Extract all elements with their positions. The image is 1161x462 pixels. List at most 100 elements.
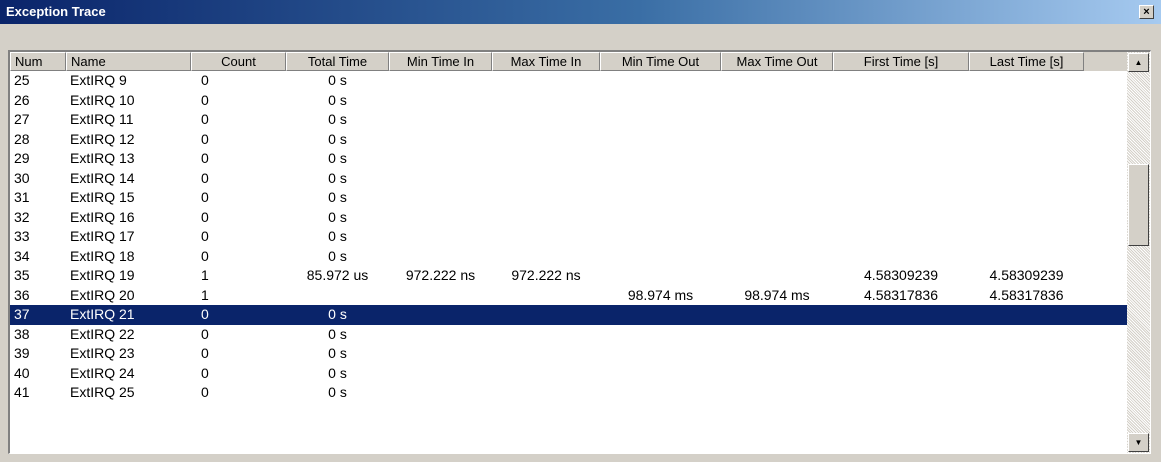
cell-num: 40 bbox=[14, 364, 30, 381]
column-header-min-time-out[interactable]: Min Time Out bbox=[600, 52, 721, 71]
cell-last-time bbox=[969, 188, 1084, 208]
cell-first-time: 4.58309239 bbox=[864, 267, 938, 283]
title-bar[interactable]: Exception Trace × bbox=[0, 0, 1161, 24]
cell-last-time bbox=[969, 305, 1084, 325]
cell-count: 0 bbox=[201, 384, 209, 400]
cell-last-time bbox=[969, 227, 1084, 247]
table-row-selected[interactable]: 37 ExtIRQ 21 0 0 s bbox=[10, 305, 1127, 325]
cell-count: 1 bbox=[201, 286, 209, 303]
cell-total-time: 0 s bbox=[328, 91, 347, 108]
exception-list[interactable]: Num Name Count Total Time Min Time In Max Tim… bbox=[8, 50, 1151, 454]
column-header-last-time[interactable]: Last Time [s] bbox=[969, 52, 1084, 71]
column-header-num[interactable]: Num bbox=[10, 52, 66, 71]
cell-max-time-out bbox=[721, 383, 833, 403]
cell-first-time bbox=[833, 325, 969, 345]
scroll-up-button[interactable]: ▲ bbox=[1128, 53, 1149, 72]
cell-total-time: 0 s bbox=[328, 169, 347, 186]
cell-name: ExtIRQ 10 bbox=[70, 91, 135, 108]
cell-count: 0 bbox=[201, 345, 209, 361]
cell-first-time bbox=[833, 149, 969, 169]
table-row[interactable]: 32 ExtIRQ 16 0 0 s bbox=[10, 208, 1127, 228]
cell-num: 32 bbox=[14, 208, 30, 225]
cell-name: ExtIRQ 18 bbox=[70, 247, 135, 264]
table-row[interactable]: 39 ExtIRQ 23 0 0 s bbox=[10, 344, 1127, 364]
table-row[interactable]: 35 ExtIRQ 19 1 85.972 us 972.222 ns 972.222 n… bbox=[10, 266, 1127, 286]
cell-name: ExtIRQ 25 bbox=[70, 384, 135, 400]
column-header-name[interactable]: Name bbox=[66, 52, 191, 71]
cell-total-time: 0 s bbox=[328, 325, 347, 342]
table-row[interactable]: 26 ExtIRQ 10 0 0 s bbox=[10, 91, 1127, 111]
cell-num: 29 bbox=[14, 150, 30, 166]
cell-max-time-in bbox=[492, 169, 600, 189]
close-button[interactable]: × bbox=[1139, 5, 1154, 19]
cell-first-time bbox=[833, 188, 969, 208]
cell-min-time-in bbox=[389, 130, 492, 150]
cell-total-time: 0 s bbox=[328, 247, 347, 264]
cell-count: 0 bbox=[201, 247, 209, 264]
column-header-first-time[interactable]: First Time [s] bbox=[833, 52, 969, 71]
table-row[interactable]: 33 ExtIRQ 17 0 0 s bbox=[10, 227, 1127, 247]
column-header-total-time[interactable]: Total Time bbox=[286, 52, 389, 71]
cell-first-time bbox=[833, 110, 969, 130]
cell-total-time: 0 s bbox=[328, 72, 347, 88]
column-header-count[interactable]: Count bbox=[191, 52, 286, 71]
cell-last-time: 4.58317836 bbox=[989, 286, 1064, 303]
exception-trace-window: Exception Trace × Num Name Count Total Time… bbox=[0, 0, 1161, 462]
cell-min-time-in bbox=[389, 227, 492, 247]
cell-num: 28 bbox=[14, 130, 30, 147]
cell-name: ExtIRQ 9 bbox=[70, 72, 127, 88]
cell-num: 30 bbox=[14, 169, 30, 186]
cell-total-time: 0 s bbox=[328, 364, 347, 381]
scroll-down-button[interactable]: ▼ bbox=[1128, 433, 1149, 452]
cell-num: 27 bbox=[14, 111, 30, 127]
cell-max-time-in bbox=[492, 227, 600, 247]
cell-total-time: 0 s bbox=[328, 345, 347, 361]
cell-total-time: 0 s bbox=[328, 111, 347, 127]
table-row[interactable]: 34 ExtIRQ 18 0 0 s bbox=[10, 247, 1127, 267]
table-row[interactable]: 31 ExtIRQ 15 0 0 s bbox=[10, 188, 1127, 208]
table-row[interactable]: 29 ExtIRQ 13 0 0 s bbox=[10, 149, 1127, 169]
scrollbar-thumb[interactable] bbox=[1128, 164, 1149, 246]
cell-last-time bbox=[969, 71, 1084, 91]
vertical-scrollbar[interactable]: ▲ ▼ bbox=[1127, 52, 1150, 453]
table-row[interactable]: 41 ExtIRQ 25 0 0 s bbox=[10, 383, 1127, 403]
cell-last-time bbox=[969, 364, 1084, 384]
cell-max-time-out bbox=[721, 110, 833, 130]
table-row[interactable]: 38 ExtIRQ 22 0 0 s bbox=[10, 325, 1127, 345]
cell-min-time-out bbox=[600, 383, 721, 403]
cell-last-time bbox=[969, 130, 1084, 150]
cell-last-time: 4.58309239 bbox=[989, 267, 1064, 283]
cell-name: ExtIRQ 15 bbox=[70, 189, 135, 205]
cell-last-time bbox=[969, 91, 1084, 111]
cell-max-time-out bbox=[721, 344, 833, 364]
cell-min-time-out bbox=[600, 266, 721, 286]
cell-max-time-out: 98.974 ms bbox=[744, 286, 810, 303]
cell-max-time-in bbox=[492, 130, 600, 150]
cell-last-time bbox=[969, 169, 1084, 189]
cell-num: 34 bbox=[14, 247, 30, 264]
table-row[interactable]: 40 ExtIRQ 24 0 0 s bbox=[10, 364, 1127, 384]
column-header-max-time-in[interactable]: Max Time In bbox=[492, 52, 600, 71]
table-row[interactable]: 30 ExtIRQ 14 0 0 s bbox=[10, 169, 1127, 189]
cell-name: ExtIRQ 12 bbox=[70, 130, 135, 147]
table-row[interactable]: 27 ExtIRQ 11 0 0 s bbox=[10, 110, 1127, 130]
column-header-min-time-in[interactable]: Min Time In bbox=[389, 52, 492, 71]
table-row[interactable]: 28 ExtIRQ 12 0 0 s bbox=[10, 130, 1127, 150]
cell-first-time bbox=[833, 227, 969, 247]
table-row[interactable]: 25 ExtIRQ 9 0 0 s bbox=[10, 71, 1127, 91]
cell-first-time bbox=[833, 208, 969, 228]
table-row[interactable]: 36 ExtIRQ 20 1 98.974 ms 98.974 ms 4.58317836… bbox=[10, 286, 1127, 306]
cell-first-time bbox=[833, 130, 969, 150]
cell-max-time-in bbox=[492, 344, 600, 364]
cell-total-time: 0 s bbox=[328, 130, 347, 147]
cell-name: ExtIRQ 24 bbox=[70, 364, 135, 381]
cell-min-time-in bbox=[389, 169, 492, 189]
cell-total-time: 0 s bbox=[328, 189, 347, 205]
cell-total-time: 85.972 us bbox=[306, 267, 369, 283]
cell-min-time-in bbox=[389, 286, 492, 306]
cell-first-time bbox=[833, 247, 969, 267]
cell-min-time-in bbox=[389, 71, 492, 91]
cell-min-time-out bbox=[600, 110, 721, 130]
cell-min-time-out bbox=[600, 188, 721, 208]
column-header-max-time-out[interactable]: Max Time Out bbox=[721, 52, 833, 71]
